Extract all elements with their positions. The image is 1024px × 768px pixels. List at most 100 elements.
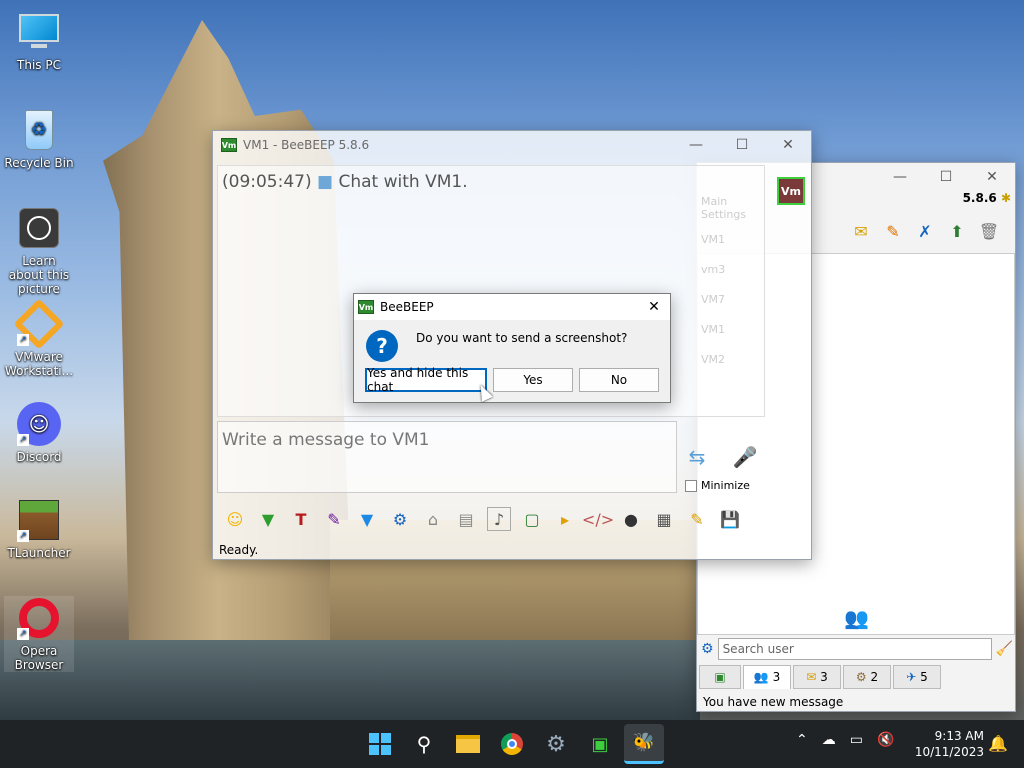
faded-user: VM2 — [701, 353, 726, 366]
record-icon[interactable]: ● — [619, 507, 643, 531]
start-button[interactable] — [360, 724, 400, 764]
clear-search-icon[interactable]: 🧹 — [996, 641, 1013, 657]
chat-close-button[interactable]: ✕ — [765, 131, 811, 159]
tab-count: 2 — [870, 670, 879, 684]
volume-muted-icon[interactable]: 🔇 — [877, 732, 894, 748]
faded-user-panel: Main Settings VM1 vm3 VM7 VM1 VM2 — [697, 165, 765, 417]
send-file-icon[interactable]: ▢ — [520, 507, 544, 531]
minimize-button[interactable]: — — [877, 163, 923, 191]
send-folder-icon[interactable]: ▸ — [553, 507, 577, 531]
users-icon: 👥 — [753, 670, 769, 684]
trash-icon[interactable]: 🗑 — [977, 219, 1001, 243]
chat-status: Ready. — [219, 543, 259, 557]
microphone-icon[interactable]: 🎤 — [733, 445, 758, 469]
groups-icon: ✉ — [806, 670, 817, 684]
version-label: 5.8.6 — [962, 191, 997, 205]
font-icon[interactable]: T — [289, 507, 313, 531]
desktop-icon-label: TLauncher — [7, 546, 71, 560]
taskbar: ⚲ ⚙ ▣ 🐝 ⌃ ☁ ▭ 🔇 9:13 AM 10/11/2023 🔔 — [0, 720, 1024, 768]
tab-count: 3 — [772, 670, 781, 684]
settings-button[interactable]: ⚙ — [536, 724, 576, 764]
dialog-titlebar: Vm BeeBEEP ✕ — [354, 294, 670, 320]
minimize-option[interactable]: Minimize — [685, 479, 750, 492]
search-icon: ⚲ — [416, 732, 432, 756]
discord-icon: ☺ ↗ — [17, 402, 61, 446]
main-status: You have new message — [703, 695, 844, 709]
update-icon[interactable]: ⬆ — [945, 219, 969, 243]
tab-count: 5 — [920, 670, 928, 684]
monitor-icon — [17, 10, 61, 54]
edit-icon[interactable]: ✎ — [881, 219, 905, 243]
desktop-icon-recycle-bin[interactable]: ♻ Recycle Bin — [4, 108, 74, 170]
file-icon[interactable]: ▤ — [454, 507, 478, 531]
gear-icon: ⚙ — [546, 731, 566, 757]
display-icon[interactable]: ▭ — [850, 732, 863, 748]
color-icon[interactable]: ✎ — [322, 507, 346, 531]
yes-hide-chat-button[interactable]: Yes and hide this chat — [365, 366, 487, 394]
main-tabs: ▣ 👥 3 ✉ 3 ⚙ 2 ✈ 5 — [699, 665, 1015, 689]
save-icon[interactable]: 💾 — [718, 507, 742, 531]
search-button[interactable]: ⚲ — [404, 724, 444, 764]
screenshot-icon[interactable]: ⌂ — [421, 507, 445, 531]
wallpaper-sea — [0, 640, 700, 720]
dialog-title: BeeBEEP — [380, 300, 434, 314]
calculator-icon[interactable]: ▦ — [652, 507, 676, 531]
envelope-icon[interactable]: ✉ — [849, 219, 873, 243]
camera-icon — [17, 206, 61, 250]
search-row: ⚙ Search user 🧹 — [701, 637, 1013, 661]
desktop-icon-discord[interactable]: ☺ ↗ Discord — [4, 402, 74, 464]
notification-bell-icon[interactable]: 🔔 — [988, 734, 1008, 753]
chrome-icon — [501, 733, 523, 755]
desktop-icon-tlauncher[interactable]: ↗ TLauncher — [4, 498, 74, 560]
faded-user: VM1 — [701, 233, 726, 246]
minecraft-icon: ↗ — [17, 498, 61, 542]
beebeep-taskbar-button[interactable]: 🐝 — [624, 724, 664, 764]
desktop-icon-learn-picture[interactable]: Learn about this picture — [4, 206, 74, 296]
save-chat-icon[interactable]: ▼ — [256, 507, 280, 531]
close-button[interactable]: ✕ — [969, 163, 1015, 191]
music-icon[interactable]: ♪ — [487, 507, 511, 531]
dialog-close-button[interactable]: ✕ — [638, 299, 670, 315]
desktop-icon-this-pc[interactable]: This PC — [4, 10, 74, 72]
search-settings-icon[interactable]: ⚙ — [701, 641, 714, 657]
avatar[interactable]: Vm — [777, 177, 805, 205]
chat-maximize-button[interactable]: ☐ — [719, 131, 765, 159]
desktop-icon-label: Recycle Bin — [4, 156, 74, 170]
maximize-button[interactable]: ☐ — [923, 163, 969, 191]
tab-count: 3 — [820, 670, 828, 684]
minimize-checkbox[interactable] — [685, 479, 697, 492]
file-explorer-button[interactable] — [448, 724, 488, 764]
plugin-icon: ✈ — [906, 670, 917, 684]
desktop-icon-opera[interactable]: ↗ Opera Browser — [4, 596, 74, 672]
filter-icon[interactable]: ▼ — [355, 507, 379, 531]
tab-chat[interactable]: ▣ — [699, 665, 741, 689]
no-button[interactable]: No — [579, 368, 659, 392]
settings-icon[interactable]: ⚙ — [388, 507, 412, 531]
chat-titlebar: Vm VM1 - BeeBEEP 5.8.6 — ☐ ✕ — [213, 131, 811, 159]
emoticon-icon[interactable]: ☺ — [223, 507, 247, 531]
tab-plugins[interactable]: ✈ 5 — [893, 665, 941, 689]
chat-bubble-icon: ■ — [317, 172, 334, 192]
onedrive-icon[interactable]: ☁ — [822, 732, 836, 748]
tab-network[interactable]: ⚙ 2 — [843, 665, 891, 689]
tab-users[interactable]: 👥 3 — [743, 665, 791, 689]
dialog-question: Do you want to send a screenshot? — [416, 331, 628, 345]
message-input[interactable]: Write a message to VM1 — [217, 421, 677, 493]
chat-minimize-button[interactable]: — — [673, 131, 719, 159]
network-icon: ⚙ — [855, 670, 867, 684]
chevron-up-icon[interactable]: ⌃ — [796, 732, 808, 748]
store-button[interactable]: ▣ — [580, 724, 620, 764]
search-user-input[interactable]: Search user — [717, 638, 992, 660]
desktop-icon-label: Discord — [16, 450, 62, 464]
desktop-icon-vmware[interactable]: ↗ VMware Workstati... — [4, 298, 74, 378]
yes-button[interactable]: Yes — [493, 368, 573, 392]
chrome-button[interactable] — [492, 724, 532, 764]
clock[interactable]: 9:13 AM 10/11/2023 — [912, 728, 984, 760]
tools-icon[interactable]: ✗ — [913, 219, 937, 243]
desktop-icon-label: VMware Workstati... — [4, 350, 74, 378]
folder-icon — [456, 735, 480, 753]
tab-groups[interactable]: ✉ 3 — [793, 665, 841, 689]
send-icon[interactable]: ⇆ — [685, 445, 709, 469]
notes-icon[interactable]: ✎ — [685, 507, 709, 531]
code-icon[interactable]: </> — [582, 507, 614, 531]
